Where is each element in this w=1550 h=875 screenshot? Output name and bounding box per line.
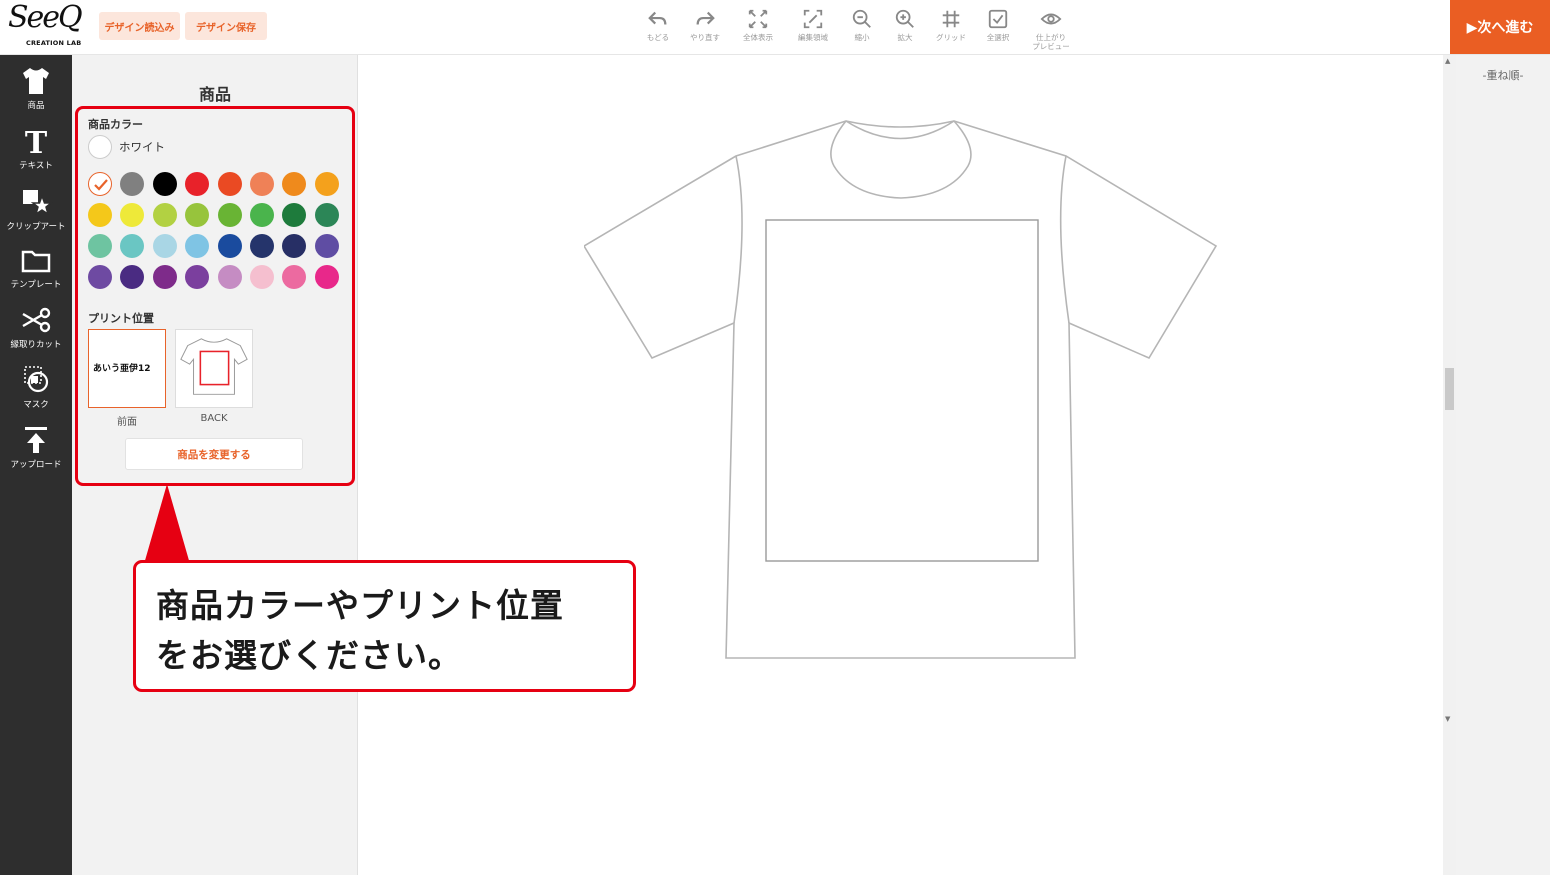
logo-word: SeeQ: [8, 0, 83, 35]
layer-order-panel: -重ね順-: [1456, 55, 1550, 875]
scroll-thumb[interactable]: [1445, 368, 1454, 410]
sidebar-item-label: マスク: [23, 400, 49, 410]
mask-icon: [24, 366, 49, 393]
canvas-scrollbar[interactable]: ▲ ▼: [1443, 55, 1456, 875]
fit-all-icon: [748, 9, 768, 29]
seeq-logo[interactable]: SeeQ CREATION LAB: [8, 0, 83, 48]
scroll-down-arrow-icon[interactable]: ▼: [1445, 715, 1450, 723]
tool-label: 拡大: [897, 33, 913, 42]
highlight-frame: [75, 106, 355, 486]
tshirt-outline: [584, 120, 1218, 659]
undo-button[interactable]: もどる: [634, 8, 682, 42]
undo-icon: [648, 11, 667, 25]
instruction-callout: 商品カラーやプリント位置 をお選びください。: [133, 560, 636, 692]
text-icon: T: [25, 126, 48, 157]
sidebar-item-label: 縁取りカット: [10, 340, 62, 350]
select-all-icon: [988, 9, 1008, 29]
clipart-icon: [23, 190, 53, 216]
tool-label: 全選択: [986, 33, 1010, 42]
left-sidebar: 商品 T テキスト クリップアート テンプレート 縁取りカット マスク アップロ…: [0, 55, 72, 875]
tool-label: 縮小: [854, 33, 870, 42]
sidebar-item-label: テンプレート: [10, 280, 62, 290]
folder-icon: [21, 250, 51, 273]
redo-button[interactable]: やり直す: [681, 8, 729, 42]
print-area[interactable]: [765, 219, 1039, 562]
scissors-icon: [22, 307, 51, 333]
tool-label: やり直す: [690, 33, 720, 42]
callout-arrow-icon: [144, 484, 190, 564]
tool-label: 全体表示: [743, 33, 773, 42]
scroll-up-arrow-icon[interactable]: ▲: [1445, 57, 1450, 65]
sidebar-item-text[interactable]: T テキスト: [0, 125, 72, 183]
tool-label: グリッド: [936, 33, 966, 42]
tool-label: 仕上がり プレビュー: [1032, 33, 1070, 51]
edit-area-icon: [803, 9, 823, 29]
sidebar-item-label: テキスト: [19, 161, 53, 171]
zoom-in-icon: [895, 9, 914, 28]
grid-icon: [942, 10, 960, 28]
tool-label: もどる: [646, 33, 670, 42]
logo-subtitle: CREATION LAB: [26, 39, 82, 47]
zoom-out-icon: [852, 9, 871, 28]
svg-text:T: T: [25, 126, 48, 157]
redo-icon: [696, 11, 715, 25]
fit-all-button[interactable]: 全体表示: [734, 8, 782, 42]
upload-icon: [25, 427, 47, 453]
save-design-button[interactable]: デザイン保存: [185, 12, 267, 40]
preview-button[interactable]: 仕上がり プレビュー: [1027, 8, 1075, 51]
sidebar-item-outline-cut[interactable]: 縁取りカット: [0, 304, 72, 362]
sidebar-item-label: クリップアート: [6, 222, 66, 232]
callout-line-1: 商品カラーやプリント位置: [156, 586, 564, 625]
panel-title: 商品: [198, 85, 231, 104]
grid-button[interactable]: グリッド: [927, 8, 975, 42]
sidebar-item-template[interactable]: テンプレート: [0, 244, 72, 302]
load-design-button[interactable]: デザイン読込み: [99, 12, 180, 40]
edit-area-button[interactable]: 編集領域: [789, 8, 837, 42]
layer-order-title: -重ね順-: [1482, 69, 1524, 82]
next-step-button[interactable]: ▶次へ進む: [1450, 0, 1550, 54]
select-all-button[interactable]: 全選択: [974, 8, 1022, 42]
tool-label: 編集領域: [798, 33, 828, 42]
sidebar-item-clipart[interactable]: クリップアート: [0, 186, 72, 244]
preview-eye-icon: [1040, 13, 1062, 25]
sidebar-item-upload[interactable]: アップロード: [0, 424, 72, 482]
sidebar-item-product[interactable]: 商品: [0, 65, 72, 123]
sidebar-item-label: 商品: [27, 101, 45, 111]
callout-text: 商品カラーやプリント位置 をお選びください。: [156, 581, 564, 681]
zoom-out-button[interactable]: 縮小: [838, 8, 886, 42]
tshirt-icon: [23, 68, 49, 94]
sidebar-item-label: アップロード: [10, 460, 62, 470]
zoom-in-button[interactable]: 拡大: [881, 8, 929, 42]
sidebar-item-mask[interactable]: マスク: [0, 364, 72, 422]
callout-line-2: をお選びください。: [156, 636, 462, 675]
top-toolbar: SeeQ CREATION LAB デザイン読込み デザイン保存 もどる やり直…: [0, 0, 1550, 55]
